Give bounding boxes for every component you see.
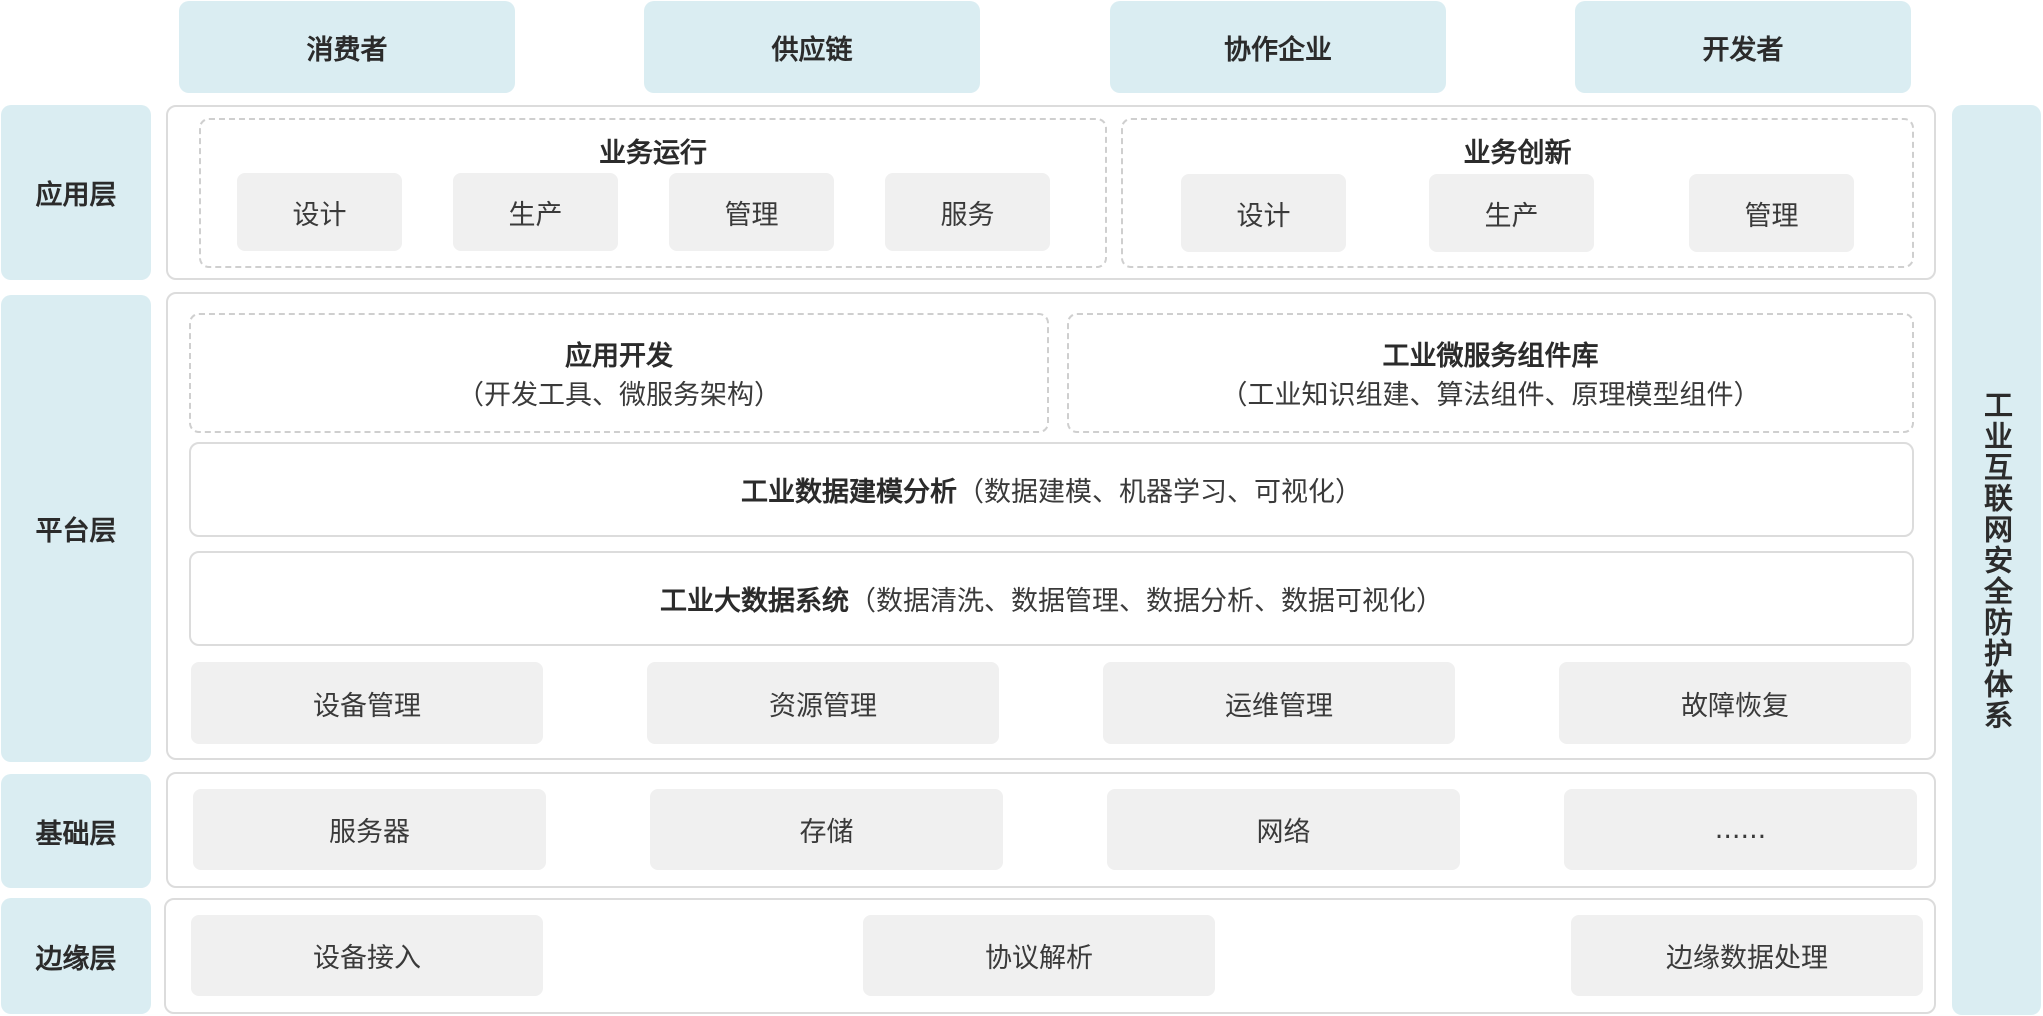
big-data-title: 工业大数据系统 <box>660 586 849 617</box>
data-modeling-subtitle: （数据建模、机器学习、可视化） <box>957 477 1362 508</box>
role-consumer: 消费者 <box>179 1 515 93</box>
ops-item-management: 管理 <box>669 173 834 251</box>
edge-item-protocol-parsing: 协议解析 <box>863 915 1215 996</box>
app-dev-title: 应用开发 <box>565 341 673 372</box>
security-system-bar: 工业互联网安全防护体系 <box>1952 105 2041 1015</box>
app-dev-subtitle: （开发工具、微服务架构） <box>457 380 781 411</box>
ops-item-design: 设计 <box>237 173 402 251</box>
ops-item-service: 服务 <box>885 173 1050 251</box>
innovation-item-management: 管理 <box>1689 174 1854 252</box>
big-data-subtitle: （数据清洗、数据管理、数据分析、数据可视化） <box>849 586 1443 617</box>
micro-service-title: 工业微服务组件库 <box>1382 341 1599 372</box>
micro-service-box: 工业微服务组件库 （工业知识组建、算法组件、原理模型组件） <box>1067 313 1914 433</box>
platform-item-device-mgmt: 设备管理 <box>191 662 543 744</box>
layer-label-platform: 平台层 <box>1 295 151 762</box>
role-supply-chain: 供应链 <box>644 1 980 93</box>
layer-label-edge: 边缘层 <box>1 898 151 1014</box>
layer-label-app: 应用层 <box>1 105 151 280</box>
business-ops-title: 业务运行 <box>599 137 707 169</box>
platform-item-fault-recovery: 故障恢复 <box>1559 662 1911 744</box>
layer-label-foundation: 基础层 <box>1 774 151 888</box>
role-developer: 开发者 <box>1575 1 1911 93</box>
business-innovation-title: 业务创新 <box>1463 137 1572 169</box>
innovation-item-production: 生产 <box>1429 174 1594 252</box>
edge-item-device-access: 设备接入 <box>191 915 543 996</box>
foundation-item-more: ...... <box>1564 789 1917 870</box>
app-dev-box: 应用开发 （开发工具、微服务架构） <box>189 313 1049 433</box>
foundation-item-network: 网络 <box>1107 789 1460 870</box>
platform-item-ops-mgmt: 运维管理 <box>1103 662 1455 744</box>
foundation-item-server: 服务器 <box>193 789 546 870</box>
foundation-item-storage: 存储 <box>650 789 1003 870</box>
innovation-item-design: 设计 <box>1181 174 1346 252</box>
edge-item-edge-data-processing: 边缘数据处理 <box>1571 915 1923 996</box>
role-partner: 协作企业 <box>1110 1 1446 93</box>
micro-service-subtitle: （工业知识组建、算法组件、原理模型组件） <box>1220 380 1761 411</box>
platform-item-resource-mgmt: 资源管理 <box>647 662 999 744</box>
data-modeling-box: 工业数据建模分析 （数据建模、机器学习、可视化） <box>189 442 1914 537</box>
ops-item-production: 生产 <box>453 173 618 251</box>
data-modeling-title: 工业数据建模分析 <box>741 477 957 508</box>
big-data-box: 工业大数据系统 （数据清洗、数据管理、数据分析、数据可视化） <box>189 551 1914 646</box>
